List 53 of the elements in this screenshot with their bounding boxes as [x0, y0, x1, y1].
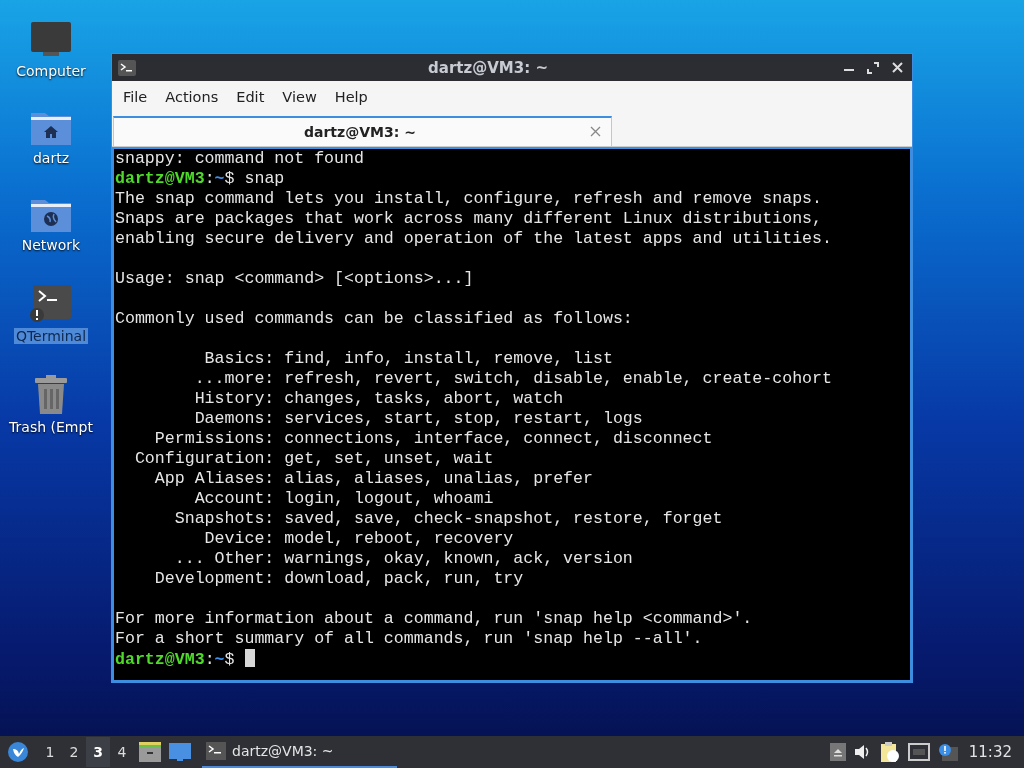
close-icon[interactable] [891, 62, 903, 73]
eject-icon[interactable] [829, 743, 846, 761]
window-title: dartz@VM3: ~ [427, 58, 549, 77]
desktop-icon-label[interactable]: QTerminal [13, 328, 89, 344]
menu-item[interactable]: View [273, 85, 326, 109]
network-icon[interactable] [907, 743, 930, 761]
terminal-icon [29, 283, 73, 325]
workspace-button[interactable]: 2 [62, 737, 86, 767]
terminal-line: App Aliases: alias, aliases, unalias, prefer [153, 469, 594, 489]
desktop-icon-label[interactable]: Network [19, 237, 83, 253]
taskbar-task[interactable]: dartz@VM3: ~ [202, 736, 397, 768]
terminal-tab[interactable]: dartz@VM3: ~ [113, 116, 612, 146]
terminal-line: Basics: find, info, install, remove, list [203, 349, 614, 369]
terminal-line: Device: model, reboot, recovery [203, 529, 515, 549]
terminal-line: Snaps are packages that work across many different Linux distributions, [115, 209, 823, 229]
terminal-line: Configuration: get, set, unset, wait [133, 449, 495, 469]
desktop-icon-label[interactable]: dartz [30, 150, 72, 166]
terminal-line: ... Other: warnings, okay, known, ack, version [173, 549, 634, 569]
terminal-line: Daemons: services, start, stop, restart, logs [193, 409, 644, 429]
terminal-line: snappy: command not found [115, 149, 365, 169]
prompt-line: dartz@VM3:~$ [115, 650, 235, 669]
desktop-icon-label[interactable]: Trash (Empt [7, 419, 95, 435]
workspace-button[interactable]: 3 [86, 737, 110, 767]
file-manager-icon[interactable] [139, 742, 161, 762]
clock[interactable]: 11:32 [968, 743, 1012, 761]
terminal-line: Development: download, pack, run, try [153, 569, 525, 589]
terminal-line: For more information about a command, run 'snap help <command>'. [115, 609, 754, 629]
notification-icon[interactable] [937, 743, 958, 761]
maximize-icon[interactable] [867, 61, 879, 74]
menu-item[interactable]: Actions [156, 85, 228, 109]
terminal-line: ...more: refresh, revert, switch, disable, enable, create-cohort [193, 369, 833, 389]
close-tab-icon[interactable] [590, 126, 601, 137]
terminal-line: enabling secure delivery and operation of the latest apps and utilities. [115, 229, 833, 249]
workspace-button[interactable]: 4 [110, 737, 134, 767]
terminal-line: Usage: snap <command> [<options>...] [115, 269, 475, 289]
menu-item[interactable]: Help [325, 85, 377, 109]
terminal-line: History: changes, tasks, abort, watch [193, 389, 565, 409]
terminal-output[interactable] [112, 147, 912, 682]
terminal-line: Commonly used commands can be classified as follows: [115, 309, 634, 329]
terminal-line: The snap command lets you install, configure, refresh and remove snaps. [115, 189, 823, 209]
show-desktop-icon[interactable] [169, 743, 191, 761]
terminal-line: For a short summary of all commands, run 'snap help --all'. [115, 629, 704, 649]
menu-item[interactable]: File [114, 85, 157, 109]
prompt-line: dartz@VM3:~$ snap [115, 169, 285, 188]
terminal-line: Account: login, logout, whoami [193, 489, 495, 509]
terminal-icon [118, 59, 136, 76]
terminal-line: Permissions: connections, interface, connect, disconnect [153, 429, 714, 449]
terminal-icon [206, 742, 226, 760]
clipboard-icon[interactable] [879, 741, 900, 763]
terminal-line: Snapshots: saved, save, check-snapshot, restore, forget [173, 509, 724, 529]
start-menu-icon[interactable] [7, 741, 29, 763]
menu-item[interactable]: Edit [227, 85, 274, 109]
workspace-button[interactable]: 1 [38, 737, 62, 767]
